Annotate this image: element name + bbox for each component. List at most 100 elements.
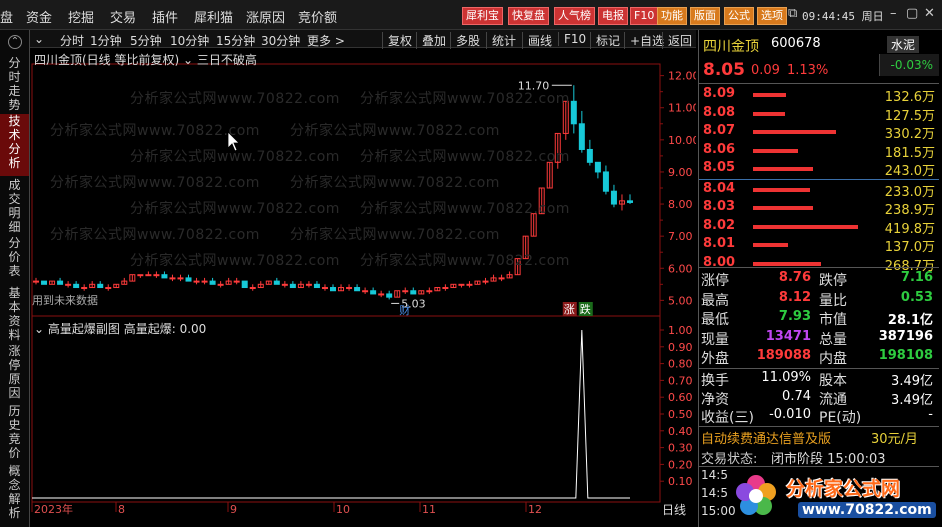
candle-body[interactable]: [362, 290, 369, 293]
candle-body[interactable]: [482, 280, 489, 283]
period-30min[interactable]: 30分钟: [261, 32, 300, 49]
candle-body[interactable]: [594, 161, 601, 173]
back-button[interactable]: 返回: [662, 32, 692, 49]
expand-icon[interactable]: ⌄: [34, 32, 44, 46]
sector-name[interactable]: 水泥: [887, 36, 920, 53]
layout-button[interactable]: 版面: [690, 7, 720, 25]
candle-body[interactable]: [273, 280, 280, 285]
candle-body[interactable]: [354, 287, 361, 292]
add-watchlist-button[interactable]: +自选: [624, 32, 664, 49]
menu-item-funds[interactable]: 资金: [26, 7, 52, 26]
candle-body[interactable]: [81, 287, 88, 290]
restore-icon[interactable]: ⧉: [788, 6, 797, 21]
bid-row[interactable]: 8.01 137.0万: [699, 236, 937, 255]
limitdown-marker[interactable]: 跌: [580, 302, 591, 316]
candle-body[interactable]: [330, 287, 336, 292]
kline-chart-area[interactable]: 12.00 11.00 10.00 9.00 8.00 7.00 6.00 5.00 1.00 0…: [30, 48, 696, 527]
candle-body[interactable]: [97, 283, 104, 289]
tab-trade-details[interactable]: 成交明细: [0, 178, 29, 234]
overlay-button[interactable]: 叠加: [416, 32, 446, 49]
candle-body[interactable]: [161, 274, 168, 279]
candle-body[interactable]: [402, 290, 409, 293]
tab-fundamentals[interactable]: 基本资料: [0, 286, 29, 342]
candle-body[interactable]: [177, 277, 184, 280]
ask-row[interactable]: 8.07 330.2万: [699, 123, 937, 142]
tab-history-auction[interactable]: 历史竞价: [0, 404, 29, 460]
candle-body[interactable]: [466, 283, 473, 286]
period-5min[interactable]: 5分钟: [130, 32, 162, 49]
multi-stock-button[interactable]: 多股: [450, 32, 480, 49]
limitup-marker[interactable]: 涨: [564, 303, 575, 316]
ask-row[interactable]: 8.09 132.6万: [699, 86, 937, 105]
bid-row[interactable]: 8.03 238.9万: [699, 199, 937, 218]
candle-body[interactable]: [458, 283, 465, 286]
candle-body[interactable]: [586, 148, 593, 163]
ask-row[interactable]: 8.08 127.5万: [699, 105, 937, 124]
quick-review-button[interactable]: 快复盘: [508, 7, 549, 25]
menu-item-trade[interactable]: 交易: [110, 7, 136, 26]
candle-body[interactable]: [289, 283, 296, 289]
function-button[interactable]: 功能: [657, 7, 687, 25]
candle-body[interactable]: [41, 280, 48, 285]
candle-body[interactable]: [169, 277, 176, 280]
f10-button[interactable]: F10: [630, 7, 659, 25]
candle-body[interactable]: [185, 277, 192, 282]
mark-button[interactable]: 标记: [590, 32, 620, 49]
candle-body[interactable]: [370, 290, 377, 295]
formula-button[interactable]: 公式: [724, 7, 754, 25]
candle-body[interactable]: [57, 280, 64, 285]
candle-body[interactable]: [105, 287, 112, 290]
candle-body[interactable]: [233, 280, 240, 283]
candle-body[interactable]: [193, 280, 200, 283]
candle-body[interactable]: [201, 280, 208, 283]
xilibao-button[interactable]: 犀利宝: [462, 7, 503, 25]
indicator-name[interactable]: 三日不破高: [197, 53, 257, 67]
telegraph-button[interactable]: 电报: [598, 7, 628, 25]
candle-body[interactable]: [442, 287, 449, 290]
menu-item-plugins[interactable]: 插件: [152, 7, 178, 26]
menu-item-auction[interactable]: 竞价额: [298, 7, 337, 26]
ask-row[interactable]: 8.06 181.5万: [699, 142, 937, 161]
candle-body[interactable]: [73, 283, 80, 289]
candle-body[interactable]: [137, 274, 144, 277]
candle-body[interactable]: [313, 283, 320, 289]
bid-row[interactable]: 8.04 233.0万: [699, 181, 937, 200]
candle-body[interactable]: [321, 287, 328, 290]
f10-toolbar-button[interactable]: F10: [558, 32, 586, 46]
candle-body[interactable]: [209, 280, 216, 285]
menu-item-limitup-reason[interactable]: 涨原因: [246, 7, 285, 26]
period-1min[interactable]: 1分钟: [90, 32, 122, 49]
period-10min[interactable]: 10分钟: [170, 32, 209, 49]
promo-row[interactable]: 自动续费通达信普及版 30元/月: [699, 428, 937, 447]
candle-body[interactable]: [281, 283, 288, 286]
candle-body[interactable]: [346, 287, 353, 290]
adjust-button[interactable]: 复权: [382, 32, 412, 49]
popularity-button[interactable]: 人气榜: [554, 7, 595, 25]
candle-body[interactable]: [305, 283, 312, 286]
ask-row[interactable]: 8.05 243.0万: [699, 160, 937, 179]
close-icon[interactable]: ✕: [924, 6, 935, 21]
promo-text[interactable]: 自动续费通达信普及版: [701, 428, 831, 447]
candle-body[interactable]: [570, 100, 577, 125]
candle-body[interactable]: [145, 274, 152, 277]
menu-item-mining[interactable]: 挖掘: [68, 7, 94, 26]
finance-event-marker[interactable]: 财: [399, 303, 410, 317]
tab-technical-analysis[interactable]: 技术分析: [0, 114, 29, 176]
menu-item-xilimao[interactable]: 犀利猫: [194, 7, 233, 26]
candle-body[interactable]: [410, 290, 417, 295]
collapse-icon[interactable]: ⌃: [8, 35, 22, 49]
candle-body[interactable]: [65, 283, 72, 286]
candle-body[interactable]: [153, 274, 160, 277]
sub-chart-dropdown-icon[interactable]: ⌄: [34, 322, 44, 336]
minimize-icon[interactable]: –: [890, 6, 897, 21]
candle-body[interactable]: [498, 277, 505, 280]
tab-price-table[interactable]: 分价表: [0, 236, 29, 282]
candle-body[interactable]: [217, 283, 224, 286]
candle-body[interactable]: [386, 293, 393, 298]
candle-body[interactable]: [610, 190, 617, 205]
period-intraday[interactable]: 分时: [60, 32, 84, 49]
candle-body[interactable]: [33, 280, 39, 283]
options-button[interactable]: 选项: [757, 7, 787, 25]
tab-concept[interactable]: 概念解析: [0, 464, 29, 524]
bid-row[interactable]: 8.02 419.8万: [699, 218, 937, 237]
